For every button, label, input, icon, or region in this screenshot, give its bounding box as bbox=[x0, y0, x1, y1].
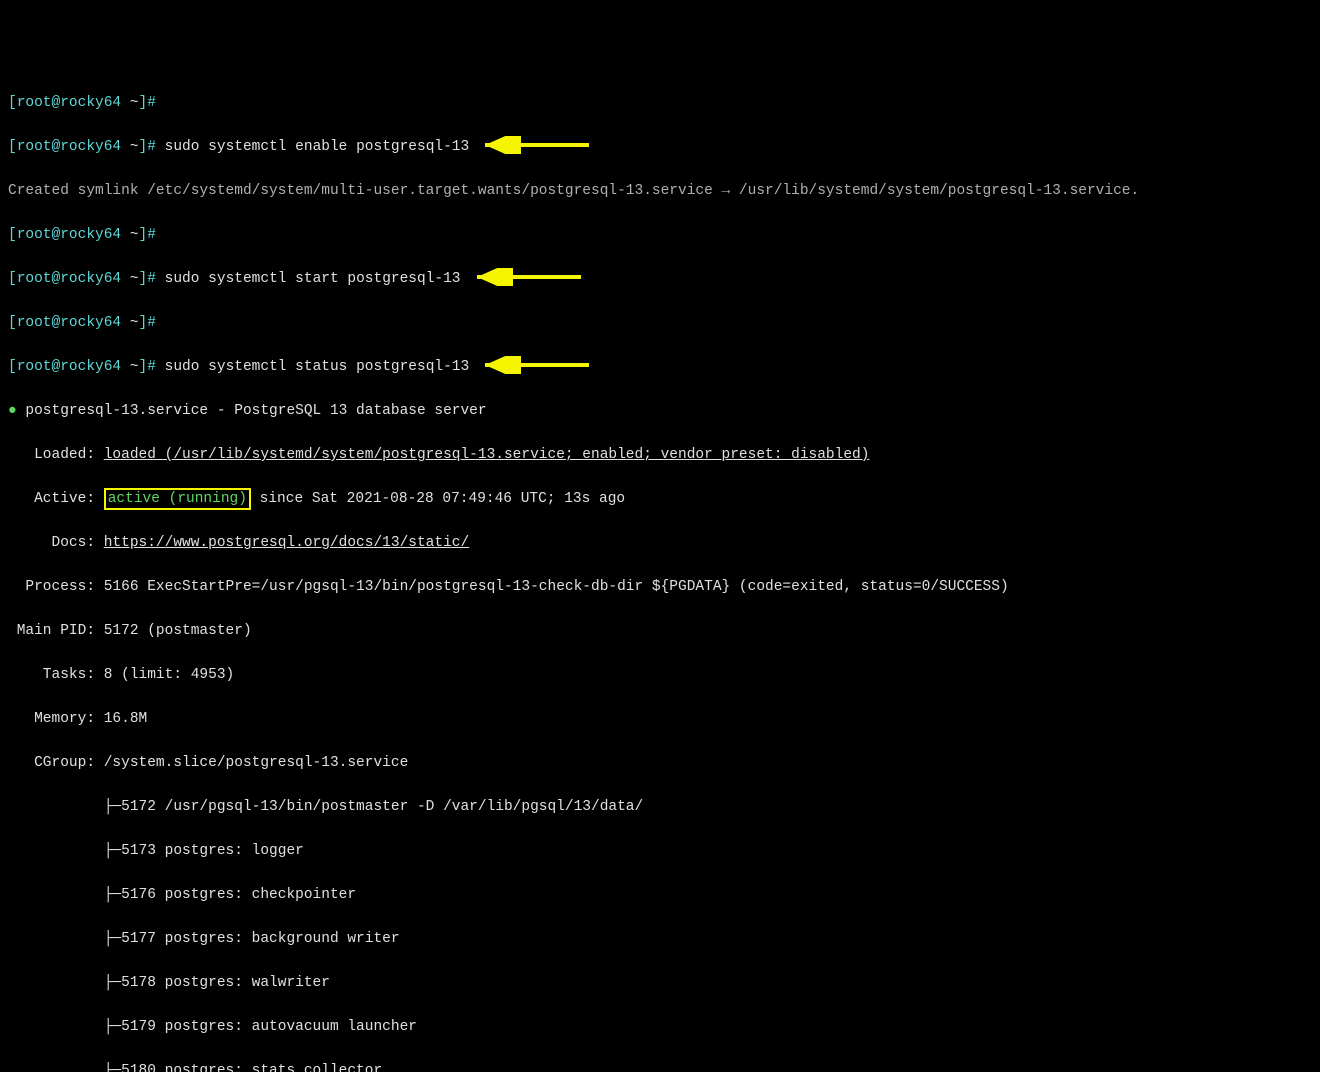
output-line: Created symlink /etc/systemd/system/mult… bbox=[8, 180, 1312, 202]
arrow-annotation bbox=[461, 268, 591, 286]
prompt-line[interactable]: [root@rocky64 ~]# bbox=[8, 312, 1312, 334]
arrow-annotation bbox=[469, 136, 599, 154]
cmd-enable: sudo systemctl enable postgresql-13 bbox=[165, 139, 470, 155]
status-tasks: Tasks: 8 (limit: 4953) bbox=[8, 664, 1312, 686]
arrow-annotation bbox=[469, 356, 599, 374]
cmd-status-line[interactable]: [root@rocky64 ~]# sudo systemctl status … bbox=[8, 356, 1312, 378]
prompt-line[interactable]: [root@rocky64 ~]# bbox=[8, 224, 1312, 246]
cgroup-proc: ├─5177 postgres: background writer bbox=[8, 928, 1312, 950]
cmd-start-line[interactable]: [root@rocky64 ~]# sudo systemctl start p… bbox=[8, 268, 1312, 290]
status-loaded: Loaded: loaded (/usr/lib/systemd/system/… bbox=[8, 444, 1312, 466]
cgroup-proc: ├─5176 postgres: checkpointer bbox=[8, 884, 1312, 906]
cmd-enable-line[interactable]: [root@rocky64 ~]# sudo systemctl enable … bbox=[8, 136, 1312, 158]
status-mainpid: Main PID: 5172 (postmaster) bbox=[8, 620, 1312, 642]
status-active: Active: active (running) since Sat 2021-… bbox=[8, 488, 1312, 510]
prompt-line[interactable]: [root@rocky64 ~]# bbox=[8, 92, 1312, 114]
highlight-box: active (running) bbox=[104, 488, 251, 510]
cgroup-proc: ├─5180 postgres: stats collector bbox=[8, 1060, 1312, 1072]
status-unit: ● postgresql-13.service - PostgreSQL 13 … bbox=[8, 400, 1312, 422]
cgroup-proc: ├─5178 postgres: walwriter bbox=[8, 972, 1312, 994]
status-process: Process: 5166 ExecStartPre=/usr/pgsql-13… bbox=[8, 576, 1312, 598]
status-cgroup: CGroup: /system.slice/postgresql-13.serv… bbox=[8, 752, 1312, 774]
cmd-start: sudo systemctl start postgresql-13 bbox=[165, 271, 461, 287]
cmd-status: sudo systemctl status postgresql-13 bbox=[165, 359, 470, 375]
cgroup-proc: ├─5179 postgres: autovacuum launcher bbox=[8, 1016, 1312, 1038]
status-memory: Memory: 16.8M bbox=[8, 708, 1312, 730]
cgroup-proc: ├─5172 /usr/pgsql-13/bin/postmaster -D /… bbox=[8, 796, 1312, 818]
cgroup-proc: ├─5173 postgres: logger bbox=[8, 840, 1312, 862]
status-docs: Docs: https://www.postgresql.org/docs/13… bbox=[8, 532, 1312, 554]
